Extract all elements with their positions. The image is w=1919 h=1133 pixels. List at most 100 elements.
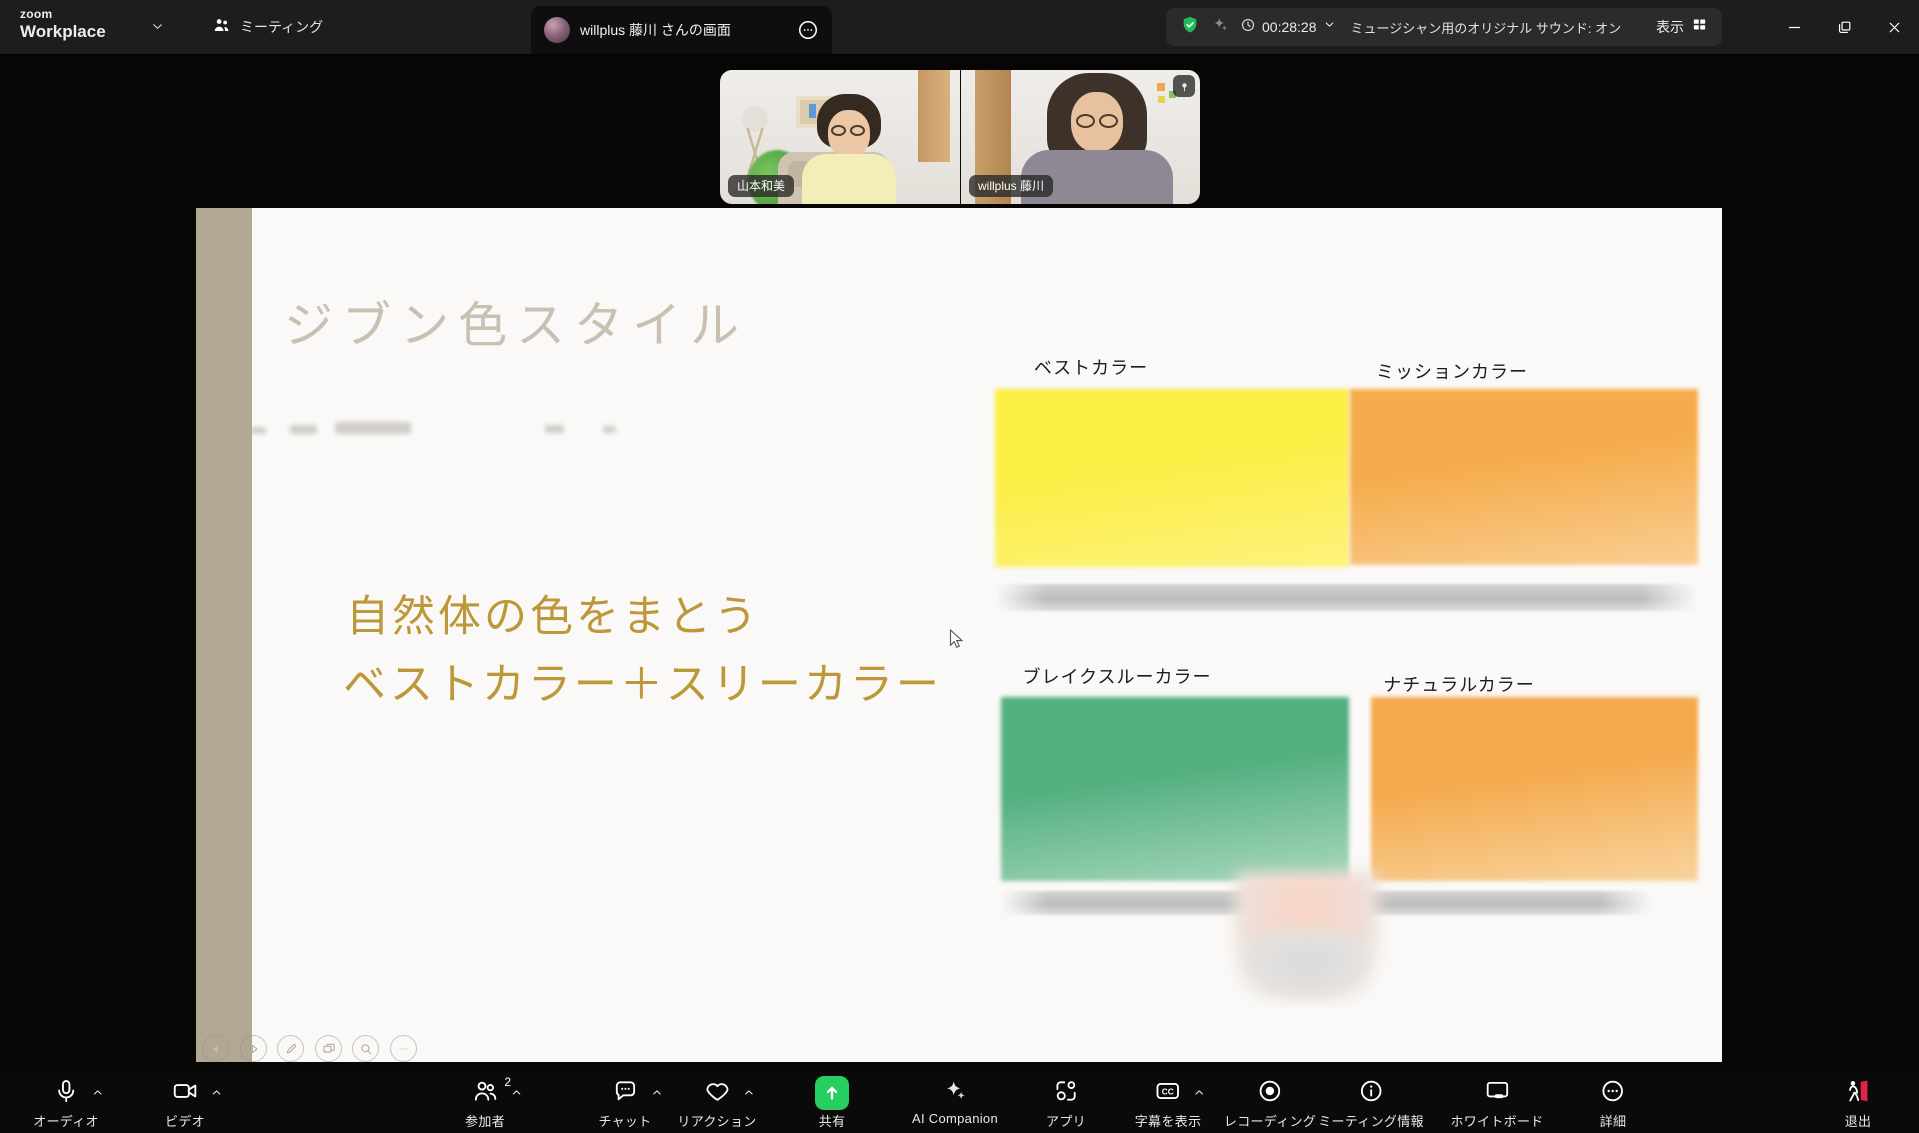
participants-icon (472, 1078, 498, 1109)
toolbar-captions-label: 字幕を表示 (1135, 1111, 1202, 1130)
meeting-timer[interactable]: 00:28:28 (1240, 17, 1336, 38)
view-button[interactable]: 表示 (1656, 16, 1708, 38)
blurred-text (603, 426, 616, 433)
mouse-cursor (949, 629, 966, 649)
toolbar-meeting-info-button[interactable]: ミーティング情報 (1318, 1076, 1424, 1130)
toolbar-video-label: ビデオ (165, 1111, 205, 1130)
blurred-gray-bar (995, 584, 1698, 611)
info-icon (1358, 1078, 1384, 1109)
video-thumbnails: 山本和美 willplus 藤川 (720, 70, 1200, 204)
close-button[interactable] (1869, 0, 1919, 54)
chat-icon (612, 1078, 638, 1109)
blurred-blob (1242, 930, 1370, 1000)
record-icon (1257, 1078, 1283, 1109)
more-dots-icon[interactable] (390, 1035, 417, 1062)
swatch-label: ナチュラルカラー (1383, 671, 1534, 697)
timer-chevron-down-icon[interactable] (1323, 18, 1336, 36)
ai-sparkle-icon (942, 1078, 968, 1109)
microphone-icon (53, 1078, 79, 1109)
toolbar-reactions-chevron-up-icon[interactable] (742, 1086, 755, 1099)
slide-title: ジブン色スタイル (284, 286, 748, 357)
toolbar-ai-companion-label: AI Companion (912, 1111, 998, 1126)
view-grid-icon (1691, 16, 1708, 38)
logo-zoom: zoom (20, 8, 106, 20)
tab-meeting-label: ミーティング (240, 17, 323, 37)
toolbar-video-button[interactable]: ビデオ (165, 1076, 205, 1130)
video-options-icon[interactable] (1173, 75, 1195, 97)
workspace-chevron-down-icon[interactable] (150, 19, 165, 39)
slide-body-line1: 自然体の色をまとう (346, 582, 760, 644)
glasses (1076, 114, 1118, 128)
tab-more-circle-icon[interactable] (797, 19, 819, 41)
next-slide-icon[interactable] (240, 1035, 267, 1062)
zoom-meeting-window: zoom Workplace ミーティング willplus 藤川 さんの画面 … (0, 0, 1919, 1133)
sparkle-gray-icon[interactable] (1211, 16, 1229, 39)
toolbar-chat-label: チャット (598, 1111, 651, 1130)
prev-slide-icon[interactable] (202, 1035, 229, 1062)
zoom-workplace-logo: zoom Workplace (20, 8, 106, 40)
toolbar-more-button[interactable]: 詳細 (1600, 1076, 1627, 1130)
tab-meeting[interactable]: ミーティング (212, 0, 323, 54)
toolbar-share-button[interactable]: 共有 (815, 1076, 849, 1130)
toolbar-apps-button[interactable]: アプリ (1046, 1076, 1086, 1130)
toolbar-participants-button[interactable]: 2参加者 (465, 1076, 505, 1130)
swatch-label: ブレイクスルーカラー (1022, 663, 1211, 689)
toolbar-whiteboard-button[interactable]: ホワイトボード (1450, 1076, 1543, 1130)
tab-shared-screen-label: willplus 藤川 さんの画面 (580, 20, 787, 40)
toolbar-participants-chevron-up-icon[interactable] (510, 1086, 523, 1099)
people-icon (212, 16, 231, 38)
blurred-text (290, 425, 317, 434)
toolbar-share-label: 共有 (819, 1111, 846, 1130)
toolbar-recording-label: レコーディング (1224, 1111, 1316, 1130)
ellipsis-icon (1600, 1078, 1626, 1109)
toolbar-audio-chevron-up-icon[interactable] (91, 1086, 104, 1099)
shield-check-icon[interactable] (1180, 15, 1200, 40)
slide-accent-strip (196, 208, 252, 1062)
captions-icon: CC (1155, 1078, 1181, 1109)
color-swatch (1350, 389, 1698, 565)
video-tile-fujikawa[interactable]: willplus 藤川 (960, 70, 1200, 204)
toolbar-participants-label: 参加者 (465, 1111, 505, 1130)
window-controls (1769, 0, 1919, 54)
blurred-text (251, 427, 266, 434)
view-label: 表示 (1656, 17, 1684, 37)
pen-icon[interactable] (277, 1035, 304, 1062)
glasses (831, 125, 865, 136)
slide-body-line2: ベストカラー＋スリーカラー (343, 650, 942, 712)
restore-button[interactable] (1819, 0, 1869, 54)
timer-value: 00:28:28 (1262, 19, 1317, 35)
toolbar-more-label: 詳細 (1600, 1111, 1627, 1130)
toolbar-leave-label: 退出 (1845, 1111, 1872, 1130)
toolbar-captions-chevron-up-icon[interactable] (1193, 1086, 1206, 1099)
meeting-stage: 山本和美 willplus 藤川 ジブン色スタイル 自然体の色をまとう ベス (0, 54, 1919, 1071)
toolbar-chat-chevron-up-icon[interactable] (650, 1086, 663, 1099)
swatch-label: ベストカラー (1034, 354, 1148, 380)
tab-shared-screen[interactable]: willplus 藤川 さんの画面 (531, 6, 832, 54)
leave-icon (1845, 1078, 1871, 1109)
meeting-toolbar: オーディオ ビデオ 2参加者チャット リアクション 共有 AI Companion アプリ C… (0, 1071, 1919, 1133)
original-sound-status[interactable]: ミュージシャン用のオリジナル サウンド: オン (1351, 18, 1622, 37)
apps-icon (1053, 1078, 1079, 1109)
toolbar-captions-button[interactable]: CC 字幕を表示 (1135, 1076, 1202, 1130)
toolbar-chat-button[interactable]: チャット (598, 1076, 651, 1130)
toolbar-recording-button[interactable]: レコーディング (1224, 1076, 1316, 1130)
whiteboard-icon (1484, 1078, 1510, 1109)
titlebar: zoom Workplace ミーティング willplus 藤川 さんの画面 … (0, 0, 1919, 54)
toolbar-video-chevron-up-icon[interactable] (210, 1086, 223, 1099)
toolbar-audio-label: オーディオ (33, 1111, 99, 1130)
toolbar-reactions-label: リアクション (677, 1111, 756, 1130)
toolbar-reactions-button[interactable]: リアクション (677, 1076, 756, 1130)
avatar (544, 17, 570, 43)
meeting-status-pill: 00:28:28 ミュージシャン用のオリジナル サウンド: オン 表示 (1166, 8, 1722, 46)
blurred-text (545, 425, 564, 433)
minimize-button[interactable] (1769, 0, 1819, 54)
blurred-text (335, 422, 411, 434)
slides-icon[interactable] (315, 1035, 342, 1062)
zoom-search-icon[interactable] (352, 1035, 379, 1062)
video-tile-yamamoto[interactable]: 山本和美 (720, 70, 960, 204)
toolbar-leave-button[interactable]: 退出 (1845, 1076, 1872, 1130)
participant-name-tag: willplus 藤川 (969, 175, 1053, 197)
toolbar-ai-companion-button[interactable]: AI Companion (912, 1076, 998, 1126)
toolbar-audio-button[interactable]: オーディオ (33, 1076, 99, 1130)
color-swatch (1371, 697, 1698, 881)
